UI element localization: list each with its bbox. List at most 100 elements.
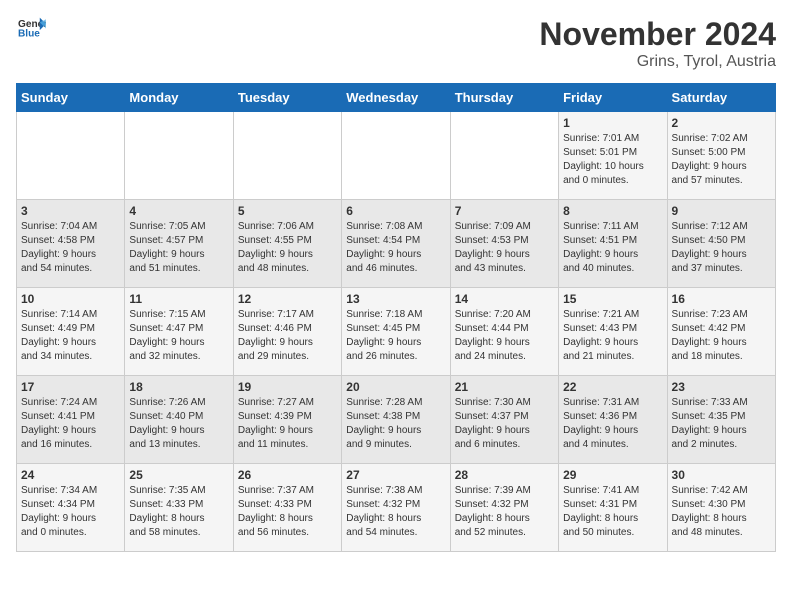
cell-week1-day2 <box>233 112 341 200</box>
cell-week3-day1: 11Sunrise: 7:15 AM Sunset: 4:47 PM Dayli… <box>125 288 233 376</box>
day-detail: Sunrise: 7:35 AM Sunset: 4:33 PM Dayligh… <box>129 484 228 540</box>
day-detail: Sunrise: 7:04 AM Sunset: 4:58 PM Dayligh… <box>21 220 120 276</box>
cell-week4-day1: 18Sunrise: 7:26 AM Sunset: 4:40 PM Dayli… <box>125 376 233 464</box>
cell-week2-day0: 3 Sunrise: 7:04 AM Sunset: 4:58 PM Daylig… <box>17 200 125 288</box>
header-tuesday: Tuesday <box>233 84 341 112</box>
cell-week2-day1: 4 Sunrise: 7:05 AM Sunset: 4:57 PM Daylig… <box>125 200 233 288</box>
header-saturday: Saturday <box>667 84 775 112</box>
day-detail: Sunrise: 7:01 AM Sunset: 5:01 PM Dayligh… <box>563 132 662 188</box>
day-number: 28 <box>455 468 554 482</box>
day-detail: Sunrise: 7:05 AM Sunset: 4:57 PM Dayligh… <box>129 220 228 276</box>
week-row-2: 3 Sunrise: 7:04 AM Sunset: 4:58 PM Daylig… <box>17 200 776 288</box>
cell-week5-day1: 25 Sunrise: 7:35 AM Sunset: 4:33 PM Dayli… <box>125 464 233 552</box>
day-detail: Sunrise: 7:34 AM Sunset: 4:34 PM Dayligh… <box>21 484 120 540</box>
cell-week5-day5: 29 Sunrise: 7:41 AM Sunset: 4:31 PM Dayli… <box>559 464 667 552</box>
day-number: 24 <box>21 468 120 482</box>
logo: General Blue <box>16 16 46 43</box>
cell-week4-day5: 22 Sunrise: 7:31 AM Sunset: 4:36 PM Dayli… <box>559 376 667 464</box>
cell-week4-day3: 20Sunrise: 7:28 AM Sunset: 4:38 PM Dayli… <box>342 376 450 464</box>
day-number: 9 <box>672 204 771 218</box>
svg-text:Blue: Blue <box>18 28 40 38</box>
logo-icon: General Blue <box>16 16 46 43</box>
cell-week3-day5: 15 Sunrise: 7:21 AM Sunset: 4:43 PM Dayli… <box>559 288 667 376</box>
week-row-5: 24 Sunrise: 7:34 AM Sunset: 4:34 PM Dayli… <box>17 464 776 552</box>
day-number: 6 <box>346 204 445 218</box>
day-detail: Sunrise: 7:14 AM Sunset: 4:49 PM Dayligh… <box>21 308 120 364</box>
cell-week4-day4: 21 Sunrise: 7:30 AM Sunset: 4:37 PM Dayli… <box>450 376 558 464</box>
calendar-table: Sunday Monday Tuesday Wednesday Thursday… <box>16 83 776 552</box>
day-detail: Sunrise: 7:42 AM Sunset: 4:30 PM Dayligh… <box>672 484 771 540</box>
cell-week3-day4: 14 Sunrise: 7:20 AM Sunset: 4:44 PM Dayli… <box>450 288 558 376</box>
day-detail: Sunrise: 7:23 AM Sunset: 4:42 PM Dayligh… <box>672 308 771 364</box>
header-wednesday: Wednesday <box>342 84 450 112</box>
day-number: 26 <box>238 468 337 482</box>
cell-week5-day2: 26 Sunrise: 7:37 AM Sunset: 4:33 PM Dayli… <box>233 464 341 552</box>
day-detail: Sunrise: 7:21 AM Sunset: 4:43 PM Dayligh… <box>563 308 662 364</box>
calendar-header-row: Sunday Monday Tuesday Wednesday Thursday… <box>17 84 776 112</box>
day-number: 30 <box>672 468 771 482</box>
day-detail: Sunrise: 7:12 AM Sunset: 4:50 PM Dayligh… <box>672 220 771 276</box>
day-detail: Sunrise: 7:33 AM Sunset: 4:35 PM Dayligh… <box>672 396 771 452</box>
day-number: 15 <box>563 292 662 306</box>
day-number: 13 <box>346 292 445 306</box>
day-number: 16 <box>672 292 771 306</box>
cell-week5-day6: 30 Sunrise: 7:42 AM Sunset: 4:30 PM Dayli… <box>667 464 775 552</box>
page-header: General Blue November 2024 Grins, Tyrol,… <box>16 16 776 71</box>
header-monday: Monday <box>125 84 233 112</box>
day-number: 1 <box>563 116 662 130</box>
cell-week2-day6: 9 Sunrise: 7:12 AM Sunset: 4:50 PM Daylig… <box>667 200 775 288</box>
cell-week5-day4: 28 Sunrise: 7:39 AM Sunset: 4:32 PM Dayli… <box>450 464 558 552</box>
cell-week2-day2: 5 Sunrise: 7:06 AM Sunset: 4:55 PM Daylig… <box>233 200 341 288</box>
day-detail: Sunrise: 7:41 AM Sunset: 4:31 PM Dayligh… <box>563 484 662 540</box>
day-detail: Sunrise: 7:31 AM Sunset: 4:36 PM Dayligh… <box>563 396 662 452</box>
day-number: 8 <box>563 204 662 218</box>
week-row-4: 17Sunrise: 7:24 AM Sunset: 4:41 PM Dayli… <box>17 376 776 464</box>
cell-week3-day0: 10 Sunrise: 7:14 AM Sunset: 4:49 PM Dayli… <box>17 288 125 376</box>
cell-week1-day3 <box>342 112 450 200</box>
day-number: 5 <box>238 204 337 218</box>
cell-week3-day2: 12Sunrise: 7:17 AM Sunset: 4:46 PM Dayli… <box>233 288 341 376</box>
header-sunday: Sunday <box>17 84 125 112</box>
day-detail: Sunrise: 7:24 AM Sunset: 4:41 PM Dayligh… <box>21 396 120 452</box>
day-detail: Sunrise: 7:30 AM Sunset: 4:37 PM Dayligh… <box>455 396 554 452</box>
cell-week3-day6: 16 Sunrise: 7:23 AM Sunset: 4:42 PM Dayli… <box>667 288 775 376</box>
day-detail: Sunrise: 7:09 AM Sunset: 4:53 PM Dayligh… <box>455 220 554 276</box>
day-detail: Sunrise: 7:39 AM Sunset: 4:32 PM Dayligh… <box>455 484 554 540</box>
day-detail: Sunrise: 7:37 AM Sunset: 4:33 PM Dayligh… <box>238 484 337 540</box>
cell-week2-day3: 6 Sunrise: 7:08 AM Sunset: 4:54 PM Daylig… <box>342 200 450 288</box>
cell-week4-day2: 19Sunrise: 7:27 AM Sunset: 4:39 PM Dayli… <box>233 376 341 464</box>
day-number: 3 <box>21 204 120 218</box>
cell-week5-day0: 24 Sunrise: 7:34 AM Sunset: 4:34 PM Dayli… <box>17 464 125 552</box>
day-number: 14 <box>455 292 554 306</box>
week-row-3: 10 Sunrise: 7:14 AM Sunset: 4:49 PM Dayli… <box>17 288 776 376</box>
day-detail: Sunrise: 7:02 AM Sunset: 5:00 PM Dayligh… <box>672 132 771 188</box>
day-number: 22 <box>563 380 662 394</box>
cell-week1-day0 <box>17 112 125 200</box>
day-detail: Sunrise: 7:08 AM Sunset: 4:54 PM Dayligh… <box>346 220 445 276</box>
day-number: 11 <box>129 292 228 306</box>
day-number: 25 <box>129 468 228 482</box>
cell-week2-day4: 7Sunrise: 7:09 AM Sunset: 4:53 PM Daylig… <box>450 200 558 288</box>
day-number: 23 <box>672 380 771 394</box>
day-number: 19 <box>238 380 337 394</box>
day-detail: Sunrise: 7:28 AM Sunset: 4:38 PM Dayligh… <box>346 396 445 452</box>
week-row-1: 1 Sunrise: 7:01 AM Sunset: 5:01 PM Daylig… <box>17 112 776 200</box>
day-detail: Sunrise: 7:06 AM Sunset: 4:55 PM Dayligh… <box>238 220 337 276</box>
day-number: 21 <box>455 380 554 394</box>
cell-week4-day0: 17Sunrise: 7:24 AM Sunset: 4:41 PM Dayli… <box>17 376 125 464</box>
header-friday: Friday <box>559 84 667 112</box>
day-number: 2 <box>672 116 771 130</box>
day-detail: Sunrise: 7:20 AM Sunset: 4:44 PM Dayligh… <box>455 308 554 364</box>
day-detail: Sunrise: 7:18 AM Sunset: 4:45 PM Dayligh… <box>346 308 445 364</box>
cell-week1-day1 <box>125 112 233 200</box>
day-number: 29 <box>563 468 662 482</box>
day-detail: Sunrise: 7:17 AM Sunset: 4:46 PM Dayligh… <box>238 308 337 364</box>
location-subtitle: Grins, Tyrol, Austria <box>539 53 776 71</box>
cell-week5-day3: 27Sunrise: 7:38 AM Sunset: 4:32 PM Dayli… <box>342 464 450 552</box>
day-number: 10 <box>21 292 120 306</box>
day-number: 4 <box>129 204 228 218</box>
day-detail: Sunrise: 7:26 AM Sunset: 4:40 PM Dayligh… <box>129 396 228 452</box>
cell-week4-day6: 23 Sunrise: 7:33 AM Sunset: 4:35 PM Dayli… <box>667 376 775 464</box>
cell-week3-day3: 13 Sunrise: 7:18 AM Sunset: 4:45 PM Dayli… <box>342 288 450 376</box>
cell-week1-day5: 1 Sunrise: 7:01 AM Sunset: 5:01 PM Daylig… <box>559 112 667 200</box>
